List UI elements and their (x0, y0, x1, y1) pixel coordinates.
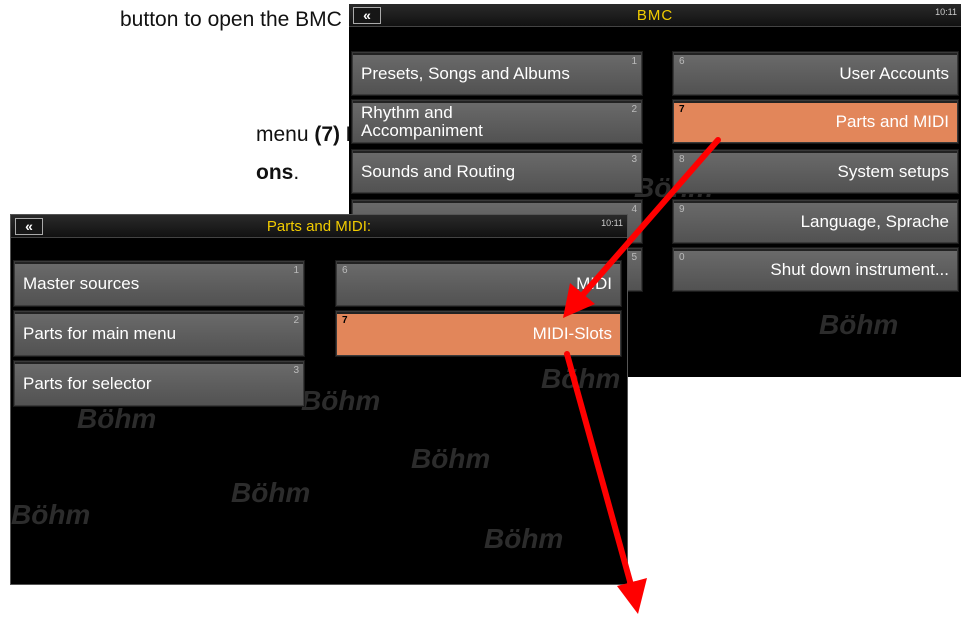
bmc-item-number: 2 (631, 104, 637, 115)
watermark-logo: Böhm (411, 443, 491, 474)
bmc-item-number: 0 (679, 252, 685, 263)
watermark-logo: Böhm (819, 309, 899, 340)
bmc-item-presets[interactable]: Presets, Songs and Albums 1 (352, 52, 642, 95)
bmc-item-number: 5 (631, 252, 637, 263)
parts-item-label: Parts for main menu (23, 323, 177, 343)
doc-text-line3-bold: ons (256, 161, 294, 184)
parts-item-number: 1 (293, 265, 299, 276)
watermark-logo: Böhm (484, 523, 564, 554)
parts-screen: « Parts and MIDI: 10:11 Böhm Böhm Böhm B… (10, 214, 628, 585)
bmc-titlebar: « BMC 10:11 (349, 4, 961, 27)
bmc-item-number: 9 (679, 204, 685, 215)
watermark-logo: Böhm (541, 363, 621, 394)
parts-item-midi-slots[interactable]: 7 MIDI-Slots (336, 311, 621, 356)
bmc-item-shut-down[interactable]: 0 Shut down instrument... (673, 248, 958, 291)
parts-item-number: 3 (293, 365, 299, 376)
bmc-item-system-setups[interactable]: 8 System setups (673, 150, 958, 193)
bmc-item-language[interactable]: 9 Language, Sprache (673, 200, 958, 243)
parts-item-number: 6 (342, 265, 348, 276)
bmc-item-label: Shut down instrument... (770, 259, 949, 279)
bmc-item-label: Rhythm and Accompaniment (361, 102, 483, 140)
bmc-item-user-accounts[interactable]: 6 User Accounts (673, 52, 958, 95)
doc-text-line3: ons. (256, 161, 299, 185)
bmc-item-label: Language, Sprache (800, 211, 949, 231)
bmc-item-number: 8 (679, 154, 685, 165)
parts-item-master-sources[interactable]: Master sources 1 (14, 261, 304, 306)
doc-text-line2-prefix: menu (256, 123, 315, 146)
parts-item-label: Parts for selector (23, 373, 152, 393)
doc-text-line1: button to open the BMC (120, 8, 342, 31)
bmc-item-rhythm[interactable]: Rhythm and Accompaniment 2 (352, 100, 642, 143)
parts-item-number: 2 (293, 315, 299, 326)
bmc-item-label: Parts and MIDI (835, 111, 949, 131)
watermark-logo: Böhm (11, 499, 91, 530)
bmc-item-sounds[interactable]: Sounds and Routing 3 (352, 150, 642, 193)
bmc-item-label: Sounds and Routing (361, 161, 516, 181)
bmc-title: BMC (636, 7, 674, 24)
watermark-logo: Böhm (77, 403, 157, 434)
parts-item-label: Master sources (23, 273, 140, 293)
bmc-item-number: 7 (679, 104, 685, 115)
parts-title: Parts and MIDI: (266, 218, 372, 235)
parts-item-selector[interactable]: Parts for selector 3 (14, 361, 304, 406)
bmc-item-parts-and-midi[interactable]: 7 Parts and MIDI (673, 100, 958, 143)
bmc-clock: 10:11 (935, 7, 957, 17)
bmc-item-number: 3 (631, 154, 637, 165)
parts-item-label: MIDI-Slots (532, 323, 612, 343)
parts-clock: 10:11 (601, 218, 623, 228)
watermark-logo: Böhm (231, 477, 311, 508)
bmc-item-label: User Accounts (839, 63, 949, 83)
bmc-item-number: 1 (631, 56, 637, 67)
parts-item-label: MIDI (576, 273, 612, 293)
parts-item-main-menu[interactable]: Parts for main menu 2 (14, 311, 304, 356)
parts-item-number: 7 (342, 315, 348, 326)
parts-item-midi[interactable]: 6 MIDI (336, 261, 621, 306)
bmc-item-number: 6 (679, 56, 685, 67)
doc-text-line3-suffix: . (293, 161, 300, 184)
watermark-logo: Böhm (301, 385, 381, 416)
parts-titlebar: « Parts and MIDI: 10:11 (11, 215, 627, 238)
bmc-item-number: 4 (631, 204, 637, 215)
bmc-item-label: System setups (837, 161, 950, 181)
bmc-item-label: Presets, Songs and Albums (361, 63, 570, 83)
